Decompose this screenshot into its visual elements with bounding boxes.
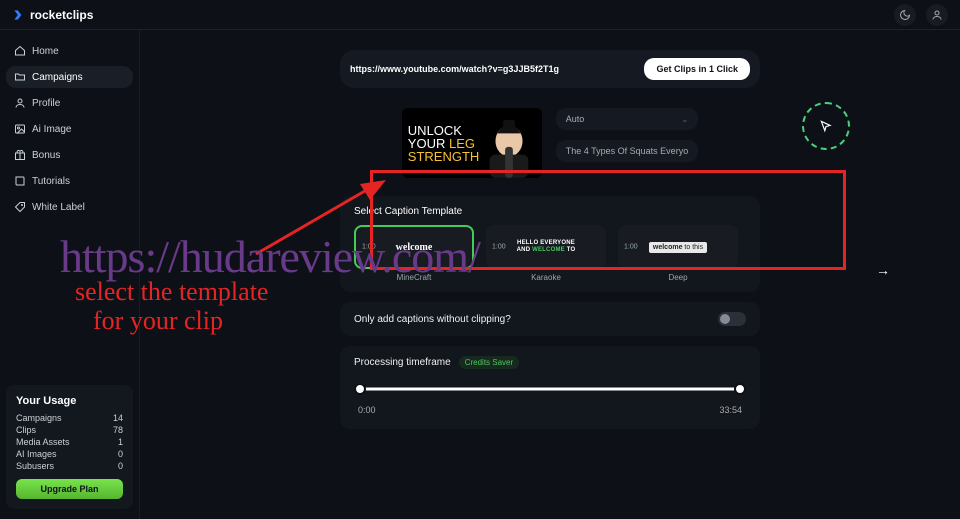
brand[interactable]: rocketclips xyxy=(12,8,93,22)
sidebar-item-label: Profile xyxy=(32,98,60,109)
usage-panel: Your Usage Campaigns14 Clips78 Media Ass… xyxy=(6,385,133,509)
url-input[interactable]: https://www.youtube.com/watch?v=g3JJB5f2… xyxy=(350,64,634,74)
sidebar-item-tutorials[interactable]: Tutorials xyxy=(6,170,133,192)
timeframe-end: 33:54 xyxy=(719,405,742,415)
video-title-text: The 4 Types Of Squats Everyo xyxy=(566,146,688,156)
video-thumbnail[interactable]: UNLOCK YOUR LEG STRENGTH xyxy=(402,108,542,178)
sidebar-item-campaigns[interactable]: Campaigns xyxy=(6,66,133,88)
thumbnail-person xyxy=(480,110,538,178)
captions-only-toggle[interactable] xyxy=(718,312,746,326)
timeframe-title: Processing timeframe xyxy=(354,357,451,368)
video-title-pill[interactable]: The 4 Types Of Squats Everyo xyxy=(556,140,698,162)
sidebar-item-label: Bonus xyxy=(32,150,60,161)
sidebar-item-home[interactable]: Home xyxy=(6,40,133,62)
template-timestamp: 1:00 xyxy=(624,244,638,251)
caption-template-panel: Select Caption Template 1:00 welcome Min… xyxy=(340,196,760,292)
sidebar-item-profile[interactable]: Profile xyxy=(6,92,133,114)
credits-saver-badge: Credits Saver xyxy=(459,356,519,369)
upgrade-plan-button[interactable]: Upgrade Plan xyxy=(16,479,123,499)
sidebar-item-label: Tutorials xyxy=(32,176,70,187)
template-preview-text: HELLO EVERYONE AND WELCOME TO xyxy=(517,240,576,253)
sidebar-item-label: White Label xyxy=(32,202,85,213)
theme-icon xyxy=(899,9,911,21)
sidebar-item-white-label[interactable]: White Label xyxy=(6,196,133,218)
book-icon xyxy=(14,175,26,187)
template-timestamp: 1:00 xyxy=(362,244,376,251)
usage-row: Media Assets1 xyxy=(16,437,123,447)
timeframe-panel: Processing timeframe Credits Saver 0:00 … xyxy=(340,346,760,429)
slider-handle-end[interactable] xyxy=(734,383,746,395)
sidebar-item-label: Home xyxy=(32,46,59,57)
template-label: Deep xyxy=(618,273,738,282)
usage-row: Subusers0 xyxy=(16,461,123,471)
cursor-icon xyxy=(819,119,833,133)
usage-row: Clips78 xyxy=(16,425,123,435)
brand-text: rocketclips xyxy=(30,8,93,22)
url-bar: https://www.youtube.com/watch?v=g3JJB5f2… xyxy=(340,50,760,88)
usage-row: AI Images0 xyxy=(16,449,123,459)
tag-icon xyxy=(14,201,26,213)
sidebar-item-label: Campaigns xyxy=(32,72,83,83)
template-preview-text: welcome to this xyxy=(649,242,707,253)
timeframe-slider[interactable] xyxy=(354,379,746,399)
captions-only-panel: Only add captions without clipping? xyxy=(340,302,760,336)
captions-only-label: Only add captions without clipping? xyxy=(354,314,511,325)
chevron-down-icon: ⌄ xyxy=(682,115,689,124)
timeframe-start: 0:00 xyxy=(358,405,376,415)
template-karaoke[interactable]: 1:00 HELLO EVERYONE AND WELCOME TO xyxy=(486,225,606,269)
theme-toggle[interactable] xyxy=(894,4,916,26)
get-clips-button[interactable]: Get Clips in 1 Click xyxy=(644,58,750,80)
template-label: MineCraft xyxy=(354,273,474,282)
template-minecraft[interactable]: 1:00 welcome xyxy=(354,225,474,269)
home-icon xyxy=(14,45,26,57)
next-arrow[interactable]: → xyxy=(876,262,890,278)
slider-handle-start[interactable] xyxy=(354,383,366,395)
logo-icon xyxy=(12,8,26,22)
folder-icon xyxy=(14,71,26,83)
mode-select[interactable]: Auto ⌄ xyxy=(556,108,698,130)
template-preview-text: welcome xyxy=(396,242,433,253)
template-timestamp: 1:00 xyxy=(492,244,506,251)
sidebar-item-bonus[interactable]: Bonus xyxy=(6,144,133,166)
sidebar: Home Campaigns Profile Ai Image Bonus Tu… xyxy=(0,30,140,519)
thumb-line3: STRENGTH xyxy=(408,149,480,164)
account-button[interactable] xyxy=(926,4,948,26)
usage-title: Your Usage xyxy=(16,395,123,407)
image-icon xyxy=(14,123,26,135)
cursor-indicator xyxy=(802,102,850,150)
template-deep[interactable]: 1:00 welcome to this xyxy=(618,225,738,269)
usage-row: Campaigns14 xyxy=(16,413,123,423)
user-icon xyxy=(14,97,26,109)
mode-value: Auto xyxy=(566,114,585,124)
template-label: Karaoke xyxy=(486,273,606,282)
gift-icon xyxy=(14,149,26,161)
user-icon xyxy=(931,9,943,21)
sidebar-item-ai-image[interactable]: Ai Image xyxy=(6,118,133,140)
sidebar-item-label: Ai Image xyxy=(32,124,71,135)
panel-heading: Select Caption Template xyxy=(354,206,746,217)
